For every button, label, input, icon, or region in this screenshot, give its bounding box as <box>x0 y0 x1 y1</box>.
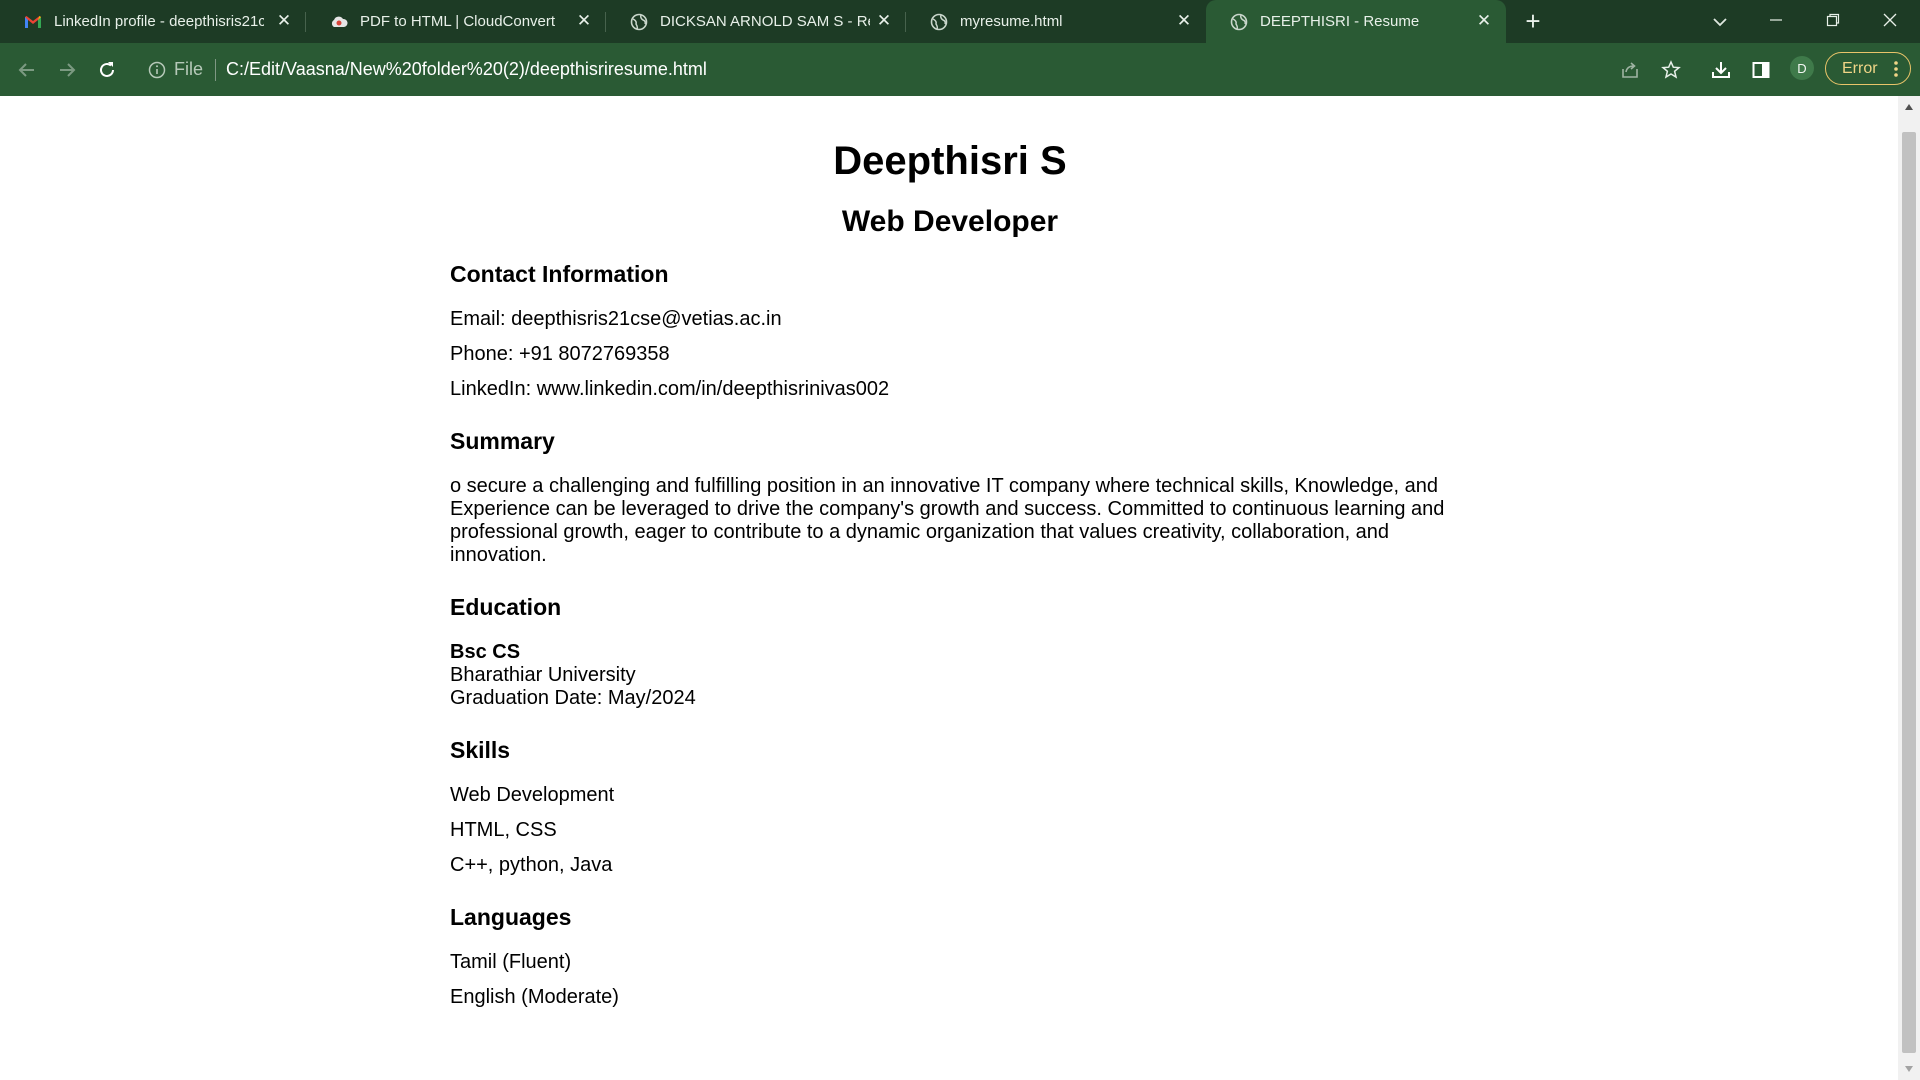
scroll-up-arrow-icon[interactable] <box>1898 96 1920 118</box>
tab-strip: LinkedIn profile - deepthisris21c ✕ PDF … <box>0 0 1920 43</box>
languages-section: Languages Tamil (Fluent) English (Modera… <box>450 903 1450 1009</box>
tab-title: DEEPTHISRI - Resume <box>1260 13 1420 30</box>
close-tab-icon[interactable]: ✕ <box>1474 11 1494 31</box>
summary-heading: Summary <box>450 428 555 454</box>
menu-dots-icon[interactable] <box>1894 60 1898 78</box>
tab-dicksan-resume[interactable]: DICKSAN ARNOLD SAM S - Resu ✕ <box>606 0 906 43</box>
tab-title: PDF to HTML | CloudConvert <box>360 13 556 30</box>
linkedin-line: LinkedIn: www.linkedin.com/in/deepthisri… <box>450 378 890 400</box>
graduation-date: Graduation Date: May/2024 <box>450 687 696 709</box>
summary-line: innovation. <box>450 544 547 566</box>
close-window-button[interactable] <box>1862 0 1918 40</box>
close-tab-icon[interactable]: ✕ <box>1174 11 1194 31</box>
minimize-button[interactable] <box>1748 0 1804 40</box>
scrollbar-thumb[interactable] <box>1902 132 1916 1053</box>
url-text[interactable]: C:/Edit/Vaasna/New%20folder%20(2)/deepth… <box>226 59 707 80</box>
page-viewport: Deepthisri S Web Developer Contact Infor… <box>0 96 1898 1080</box>
tab-linkedin-profile[interactable]: LinkedIn profile - deepthisris21c ✕ <box>0 0 306 43</box>
gmail-icon <box>24 13 42 31</box>
tab-title: myresume.html <box>960 13 1063 30</box>
summary-line: Experience can be leveraged to drive the… <box>450 498 1445 520</box>
forward-button[interactable] <box>52 55 82 85</box>
new-tab-button[interactable]: + <box>1518 7 1548 37</box>
education-heading: Education <box>450 594 562 620</box>
summary-text: o secure a challenging and fulfilling po… <box>450 475 1450 567</box>
resume-role: Web Developer <box>841 205 1059 238</box>
scheme-label: File <box>174 59 204 79</box>
phone-line: Phone: +91 8072769358 <box>450 343 670 365</box>
error-button[interactable]: Error <box>1825 52 1911 85</box>
side-panel-icon[interactable] <box>1746 55 1776 85</box>
globe-icon <box>930 13 948 31</box>
close-tab-icon[interactable]: ✕ <box>874 11 894 31</box>
browser-toolbar: File C:/Edit/Vaasna/New%20folder%20(2)/d… <box>0 43 1920 96</box>
languages-heading: Languages <box>450 904 572 930</box>
resume: Deepthisri S Web Developer Contact Infor… <box>450 96 1450 1021</box>
bookmark-star-icon[interactable] <box>1656 55 1686 85</box>
reload-button[interactable] <box>92 55 122 85</box>
skills-section: Skills Web Development HTML, CSS C++, py… <box>450 736 1450 877</box>
globe-icon <box>630 13 648 31</box>
skill-item: C++, python, Java <box>450 854 613 876</box>
summary-line: professional growth, eager to contribute… <box>450 521 1390 543</box>
address-divider <box>215 58 217 81</box>
contact-section: Contact Information Email: deepthisris21… <box>450 260 1450 401</box>
globe-icon <box>1230 13 1248 31</box>
skill-item: Web Development <box>450 784 615 806</box>
contact-heading: Contact Information <box>450 261 669 287</box>
tab-title: DICKSAN ARNOLD SAM S - Resu <box>660 13 870 30</box>
tab-cloudconvert[interactable]: PDF to HTML | CloudConvert ✕ <box>306 0 606 43</box>
summary-section: Summary o secure a challenging and fulfi… <box>450 427 1450 567</box>
education-section: Education Bsc CS Bharathiar University G… <box>450 593 1450 710</box>
language-item: Tamil (Fluent) <box>450 951 572 973</box>
university: Bharathiar University <box>450 664 636 686</box>
tab-myresume[interactable]: myresume.html ✕ <box>906 0 1206 43</box>
share-icon[interactable] <box>1615 55 1645 85</box>
tab-search-icon[interactable] <box>1708 10 1732 34</box>
restore-button[interactable] <box>1805 0 1861 40</box>
tab-deepthisri-resume[interactable]: DEEPTHISRI - Resume ✕ <box>1206 0 1506 43</box>
info-icon[interactable] <box>148 61 166 79</box>
error-label: Error <box>1842 59 1878 77</box>
back-button[interactable] <box>12 55 42 85</box>
summary-line: o secure a challenging and fulfilling po… <box>450 475 1438 497</box>
close-tab-icon[interactable]: ✕ <box>574 11 594 31</box>
skills-heading: Skills <box>450 737 511 763</box>
skill-item: HTML, CSS <box>450 819 557 841</box>
tab-title: LinkedIn profile - deepthisris21c <box>54 13 264 30</box>
vertical-scrollbar[interactable] <box>1898 96 1920 1080</box>
degree: Bsc CS <box>450 641 521 663</box>
scroll-down-arrow-icon[interactable] <box>1898 1058 1920 1080</box>
email-line: Email: deepthisris21cse@vetias.ac.in <box>450 308 782 330</box>
address-bar[interactable]: File C:/Edit/Vaasna/New%20folder%20(2)/d… <box>138 51 1238 88</box>
close-tab-icon[interactable]: ✕ <box>274 11 294 31</box>
profile-avatar[interactable]: D <box>1790 56 1814 80</box>
language-item: English (Moderate) <box>450 986 619 1008</box>
download-icon[interactable] <box>1706 55 1736 85</box>
cloudconvert-icon <box>330 13 348 31</box>
resume-name: Deepthisri S <box>833 139 1067 183</box>
